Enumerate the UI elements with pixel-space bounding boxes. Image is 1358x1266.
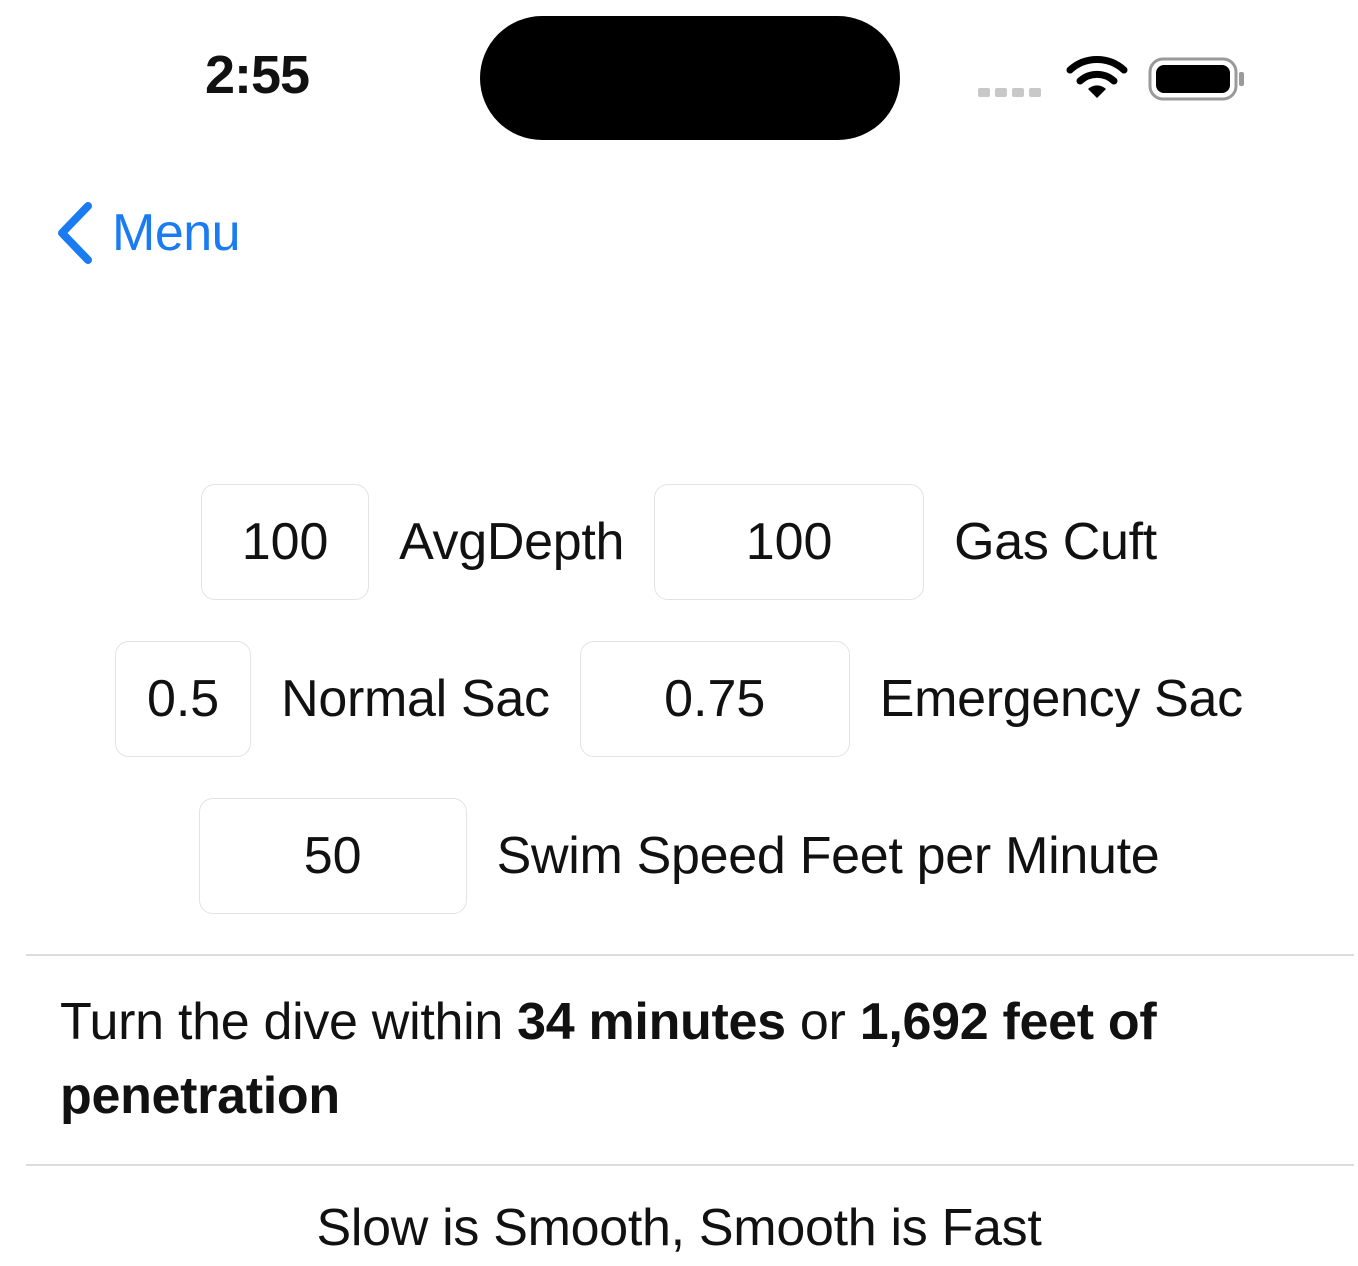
divider-top	[26, 954, 1354, 956]
wifi-icon	[1066, 56, 1128, 98]
gas-cuft-label: Gas Cuft	[954, 513, 1157, 571]
emergency-sac-label: Emergency Sac	[879, 670, 1243, 728]
normal-sac-input[interactable]: 0.5	[115, 641, 252, 757]
result-prefix: Turn the dive within	[60, 993, 518, 1051]
dynamic-island	[480, 16, 900, 140]
result-middle: or	[785, 993, 860, 1051]
chevron-left-icon	[58, 202, 92, 264]
battery-icon	[1148, 57, 1244, 101]
motto-text: Slow is Smooth, Smooth is Fast	[316, 1199, 1042, 1257]
swim-speed-input[interactable]: 50	[198, 798, 467, 914]
sac-row: 0.5 Normal Sac 0.75 Emergency Sac	[0, 641, 1358, 757]
cellular-dots-icon	[978, 88, 1041, 97]
result-minutes: 34 minutes	[517, 993, 786, 1051]
status-time: 2:55	[205, 45, 310, 105]
back-button[interactable]: Menu	[52, 200, 241, 266]
swim-speed-label: Swim Speed Feet per Minute	[496, 827, 1160, 885]
divider-bottom	[26, 1164, 1354, 1166]
avg-depth-label: AvgDepth	[399, 513, 625, 571]
normal-sac-label: Normal Sac	[281, 670, 550, 728]
turn-dive-result: Turn the dive within 34 minutes or 1,692…	[60, 985, 1320, 1133]
emergency-sac-input[interactable]: 0.75	[579, 641, 850, 757]
depth-gas-row: 100 AvgDepth 100 Gas Cuft	[0, 484, 1358, 600]
back-label: Menu	[112, 204, 241, 262]
dive-planner-screen: 2:55 Menu 100 AvgDepth 100 Gas Cuft 0.5 …	[0, 0, 1358, 1266]
gas-cuft-input[interactable]: 100	[654, 484, 925, 600]
avg-depth-input[interactable]: 100	[201, 484, 370, 600]
swim-speed-row: 50 Swim Speed Feet per Minute	[0, 798, 1358, 914]
